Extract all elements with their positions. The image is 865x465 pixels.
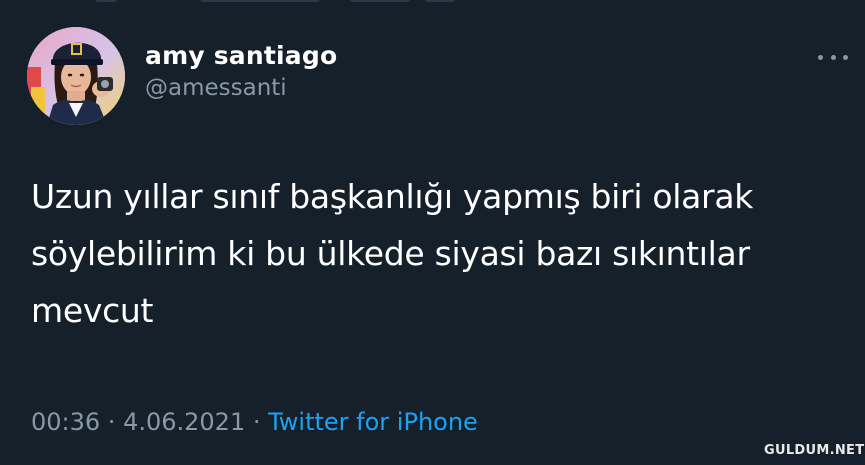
more-horizontal-icon xyxy=(843,54,848,60)
tweet-metadata: 00:36 · 4.06.2021 · Twitter for iPhone xyxy=(31,404,478,440)
display-name[interactable]: amy santiago xyxy=(145,40,337,72)
avatar-image xyxy=(27,27,125,125)
user-info[interactable]: amy santiago @amessanti xyxy=(145,40,337,103)
more-horizontal-icon xyxy=(818,54,823,60)
tweet-date[interactable]: 4.06.2021 xyxy=(123,408,245,436)
more-horizontal-icon xyxy=(830,54,836,60)
meta-separator: · xyxy=(245,408,269,436)
tweet-text: Uzun yıllar sınıf başkanlığı yapmış biri… xyxy=(31,177,754,330)
cropped-previous-content xyxy=(0,0,865,6)
meta-separator: · xyxy=(100,408,124,436)
tweet-source-link[interactable]: Twitter for iPhone xyxy=(268,408,478,436)
site-watermark: GULDUM.NET xyxy=(764,443,865,458)
user-handle[interactable]: @amessanti xyxy=(145,73,337,103)
avatar[interactable] xyxy=(27,27,125,125)
tweet-card: amy santiago @amessanti Uzun yıllar sını… xyxy=(0,0,865,465)
more-options-button[interactable] xyxy=(818,46,848,68)
tweet-time[interactable]: 00:36 xyxy=(31,408,100,436)
